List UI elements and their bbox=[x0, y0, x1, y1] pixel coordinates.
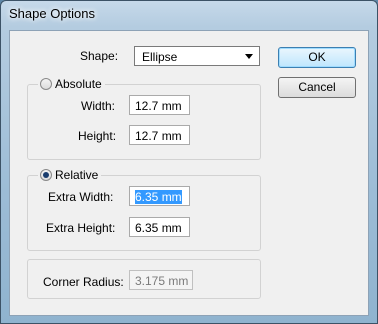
height-field[interactable]: 12.7 mm bbox=[129, 125, 190, 145]
absolute-radio-row[interactable]: Absolute bbox=[38, 77, 105, 91]
corner-radius-label: Corner Radius: bbox=[43, 275, 124, 289]
relative-label: Relative bbox=[55, 168, 99, 182]
chevron-down-icon bbox=[245, 54, 253, 59]
absolute-label: Absolute bbox=[55, 77, 102, 91]
relative-radio[interactable] bbox=[40, 169, 52, 181]
extra-height-value: 6.35 mm bbox=[135, 221, 182, 235]
width-value: 12.7 mm bbox=[135, 99, 182, 113]
absolute-radio[interactable] bbox=[40, 78, 52, 90]
width-label: Width: bbox=[81, 99, 116, 113]
dialog-body: Shape: Ellipse Absolute Width: 12.7 mm H… bbox=[9, 30, 369, 316]
corner-radius-value: 3.175 mm bbox=[135, 274, 189, 288]
relative-radio-row[interactable]: Relative bbox=[38, 168, 102, 182]
extra-width-field[interactable]: 6.35 mm bbox=[129, 186, 190, 206]
shape-label: Shape: bbox=[80, 49, 119, 63]
extra-width-label: Extra Width: bbox=[48, 190, 114, 204]
window-title: Shape Options bbox=[9, 6, 96, 21]
width-field[interactable]: 12.7 mm bbox=[129, 95, 190, 115]
ok-button[interactable]: OK bbox=[278, 47, 356, 68]
cancel-button[interactable]: Cancel bbox=[278, 77, 356, 98]
height-value: 12.7 mm bbox=[135, 129, 182, 143]
dialog-window: Shape Options Shape: Ellipse Absolute Wi… bbox=[0, 0, 378, 324]
corner-radius-field: 3.175 mm bbox=[129, 270, 193, 290]
extra-height-label: Extra Height: bbox=[46, 221, 116, 235]
extra-width-value: 6.35 mm bbox=[135, 190, 182, 204]
height-label: Height: bbox=[78, 129, 117, 143]
extra-height-field[interactable]: 6.35 mm bbox=[129, 217, 190, 237]
shape-value: Ellipse bbox=[142, 50, 178, 64]
shape-dropdown[interactable]: Ellipse bbox=[134, 46, 260, 66]
